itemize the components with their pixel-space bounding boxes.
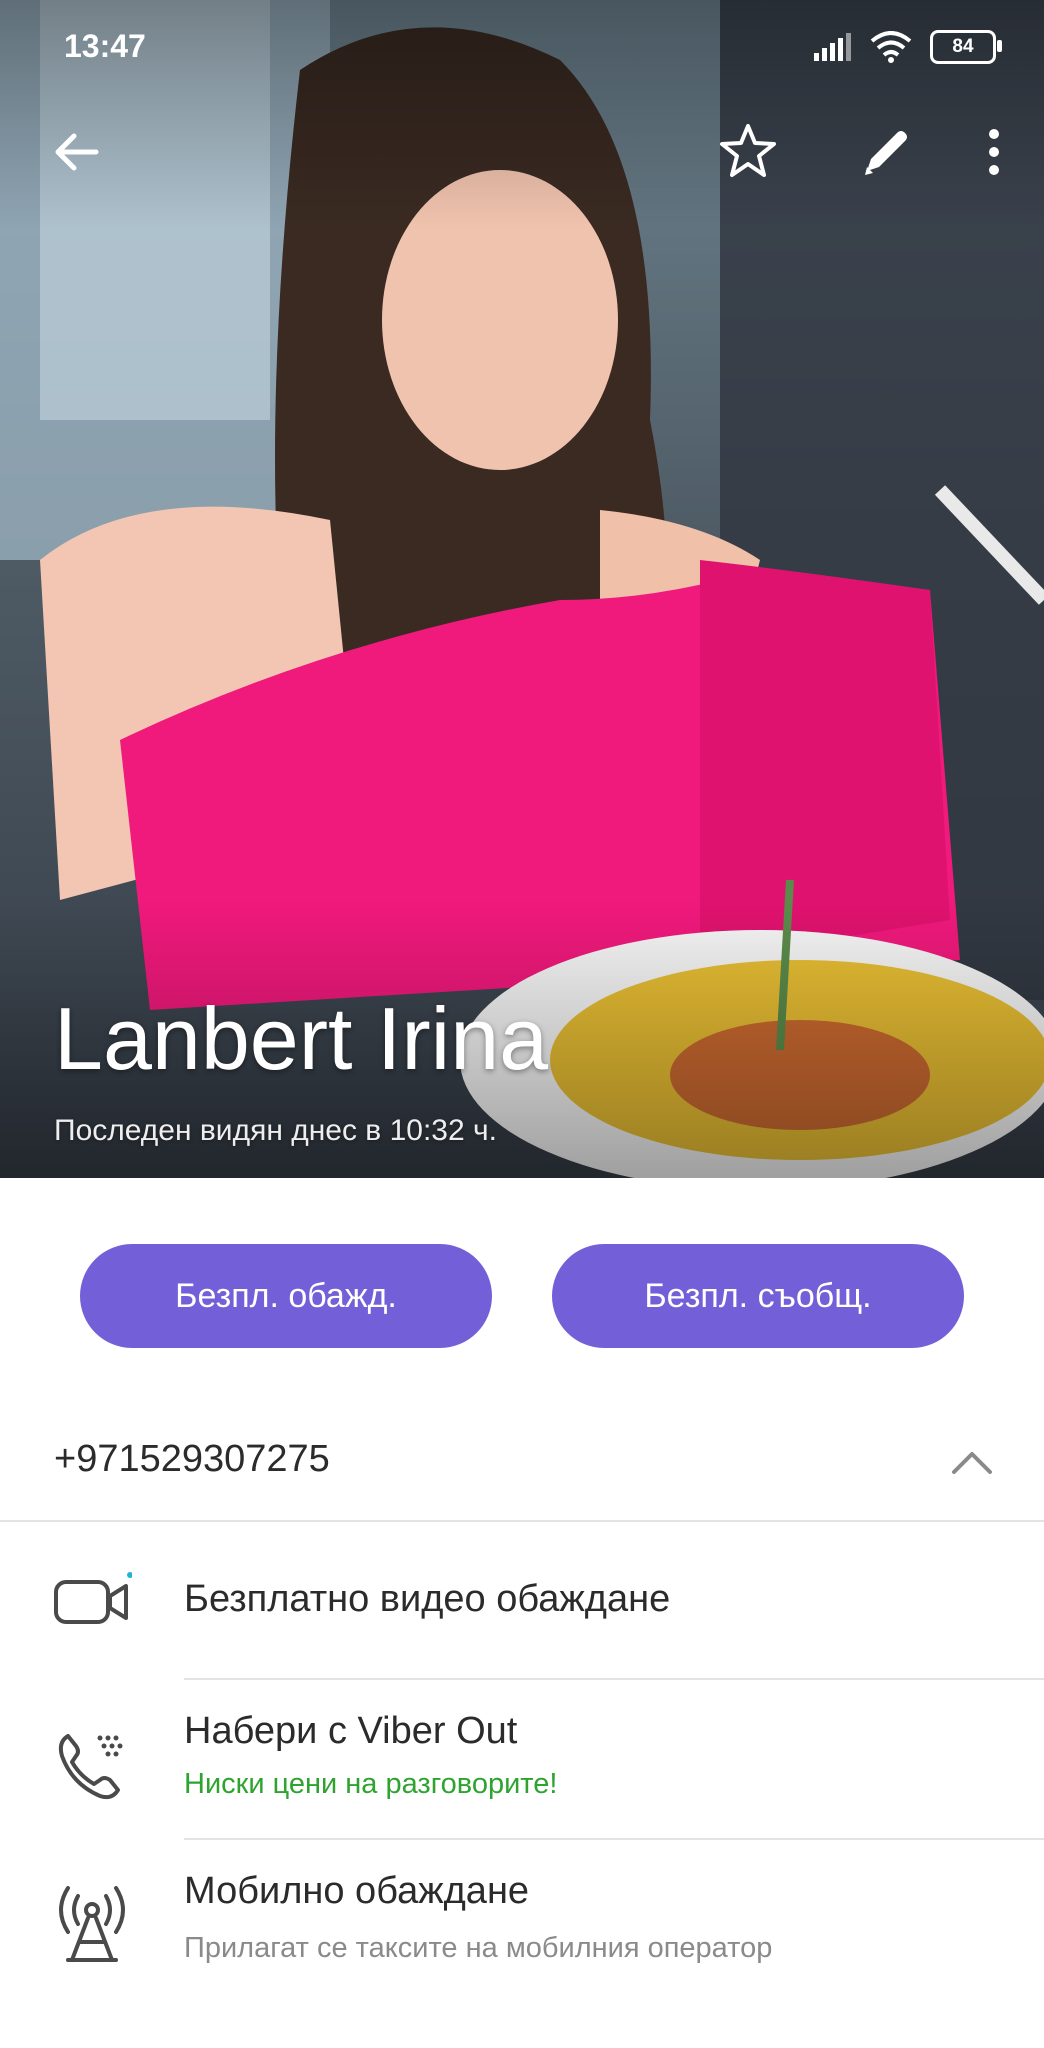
status-bar: 13:47 84 (0, 0, 1044, 96)
phone-number: +971529307275 (54, 1438, 330, 1480)
favorite-button[interactable] (712, 116, 784, 188)
viber-out-option[interactable]: Набери с Viber Out Ниски цени на разгово… (0, 1680, 1044, 1838)
wifi-icon (870, 31, 912, 63)
pencil-icon (865, 131, 907, 175)
viber-out-subtitle: Ниски цени на разговорите! (184, 1768, 558, 1800)
battery-level: 84 (952, 36, 974, 57)
cell-tower-icon (48, 1880, 136, 1968)
viber-out-label: Набери с Viber Out (184, 1710, 518, 1752)
back-arrow-icon (55, 133, 99, 171)
more-vert-icon (989, 129, 999, 175)
mobile-call-label: Мобилно обаждане (184, 1870, 530, 1912)
more-options-button[interactable] (958, 116, 1030, 188)
mobile-call-subtitle: Прилагат се таксите на мобилния оператор (184, 1932, 773, 1964)
signal-icon (814, 33, 851, 61)
edit-button[interactable] (850, 116, 922, 188)
profile-photo[interactable]: 13:47 84 Lanbert Irina Последен видян дн… (0, 0, 1044, 1178)
battery-icon: 84 (930, 30, 1002, 64)
status-icons: 84 (814, 30, 1002, 64)
chevron-up-icon (952, 1452, 992, 1474)
free-call-button[interactable]: Безпл. обажд. (80, 1244, 492, 1348)
status-time: 13:47 (64, 28, 146, 64)
star-icon (720, 124, 776, 177)
phone-number-row[interactable]: +971529307275 (0, 1404, 1044, 1522)
video-call-label: Безплатно видео обаждане (184, 1578, 671, 1620)
collapse-button[interactable] (940, 1434, 1004, 1490)
back-button[interactable] (40, 116, 112, 188)
video-call-option[interactable]: Безплатно видео обаждане (0, 1522, 1044, 1678)
mobile-call-option[interactable]: Мобилно обаждане Прилагат се таксите на … (0, 1840, 1044, 2000)
last-seen-status: Последен видян днес в 10:32 ч. (54, 1114, 497, 1147)
viber-out-phone-icon (48, 1722, 136, 1810)
video-camera-icon (48, 1556, 136, 1644)
contact-name: Lanbert Irina (54, 989, 549, 1088)
free-message-button[interactable]: Безпл. съобщ. (552, 1244, 964, 1348)
